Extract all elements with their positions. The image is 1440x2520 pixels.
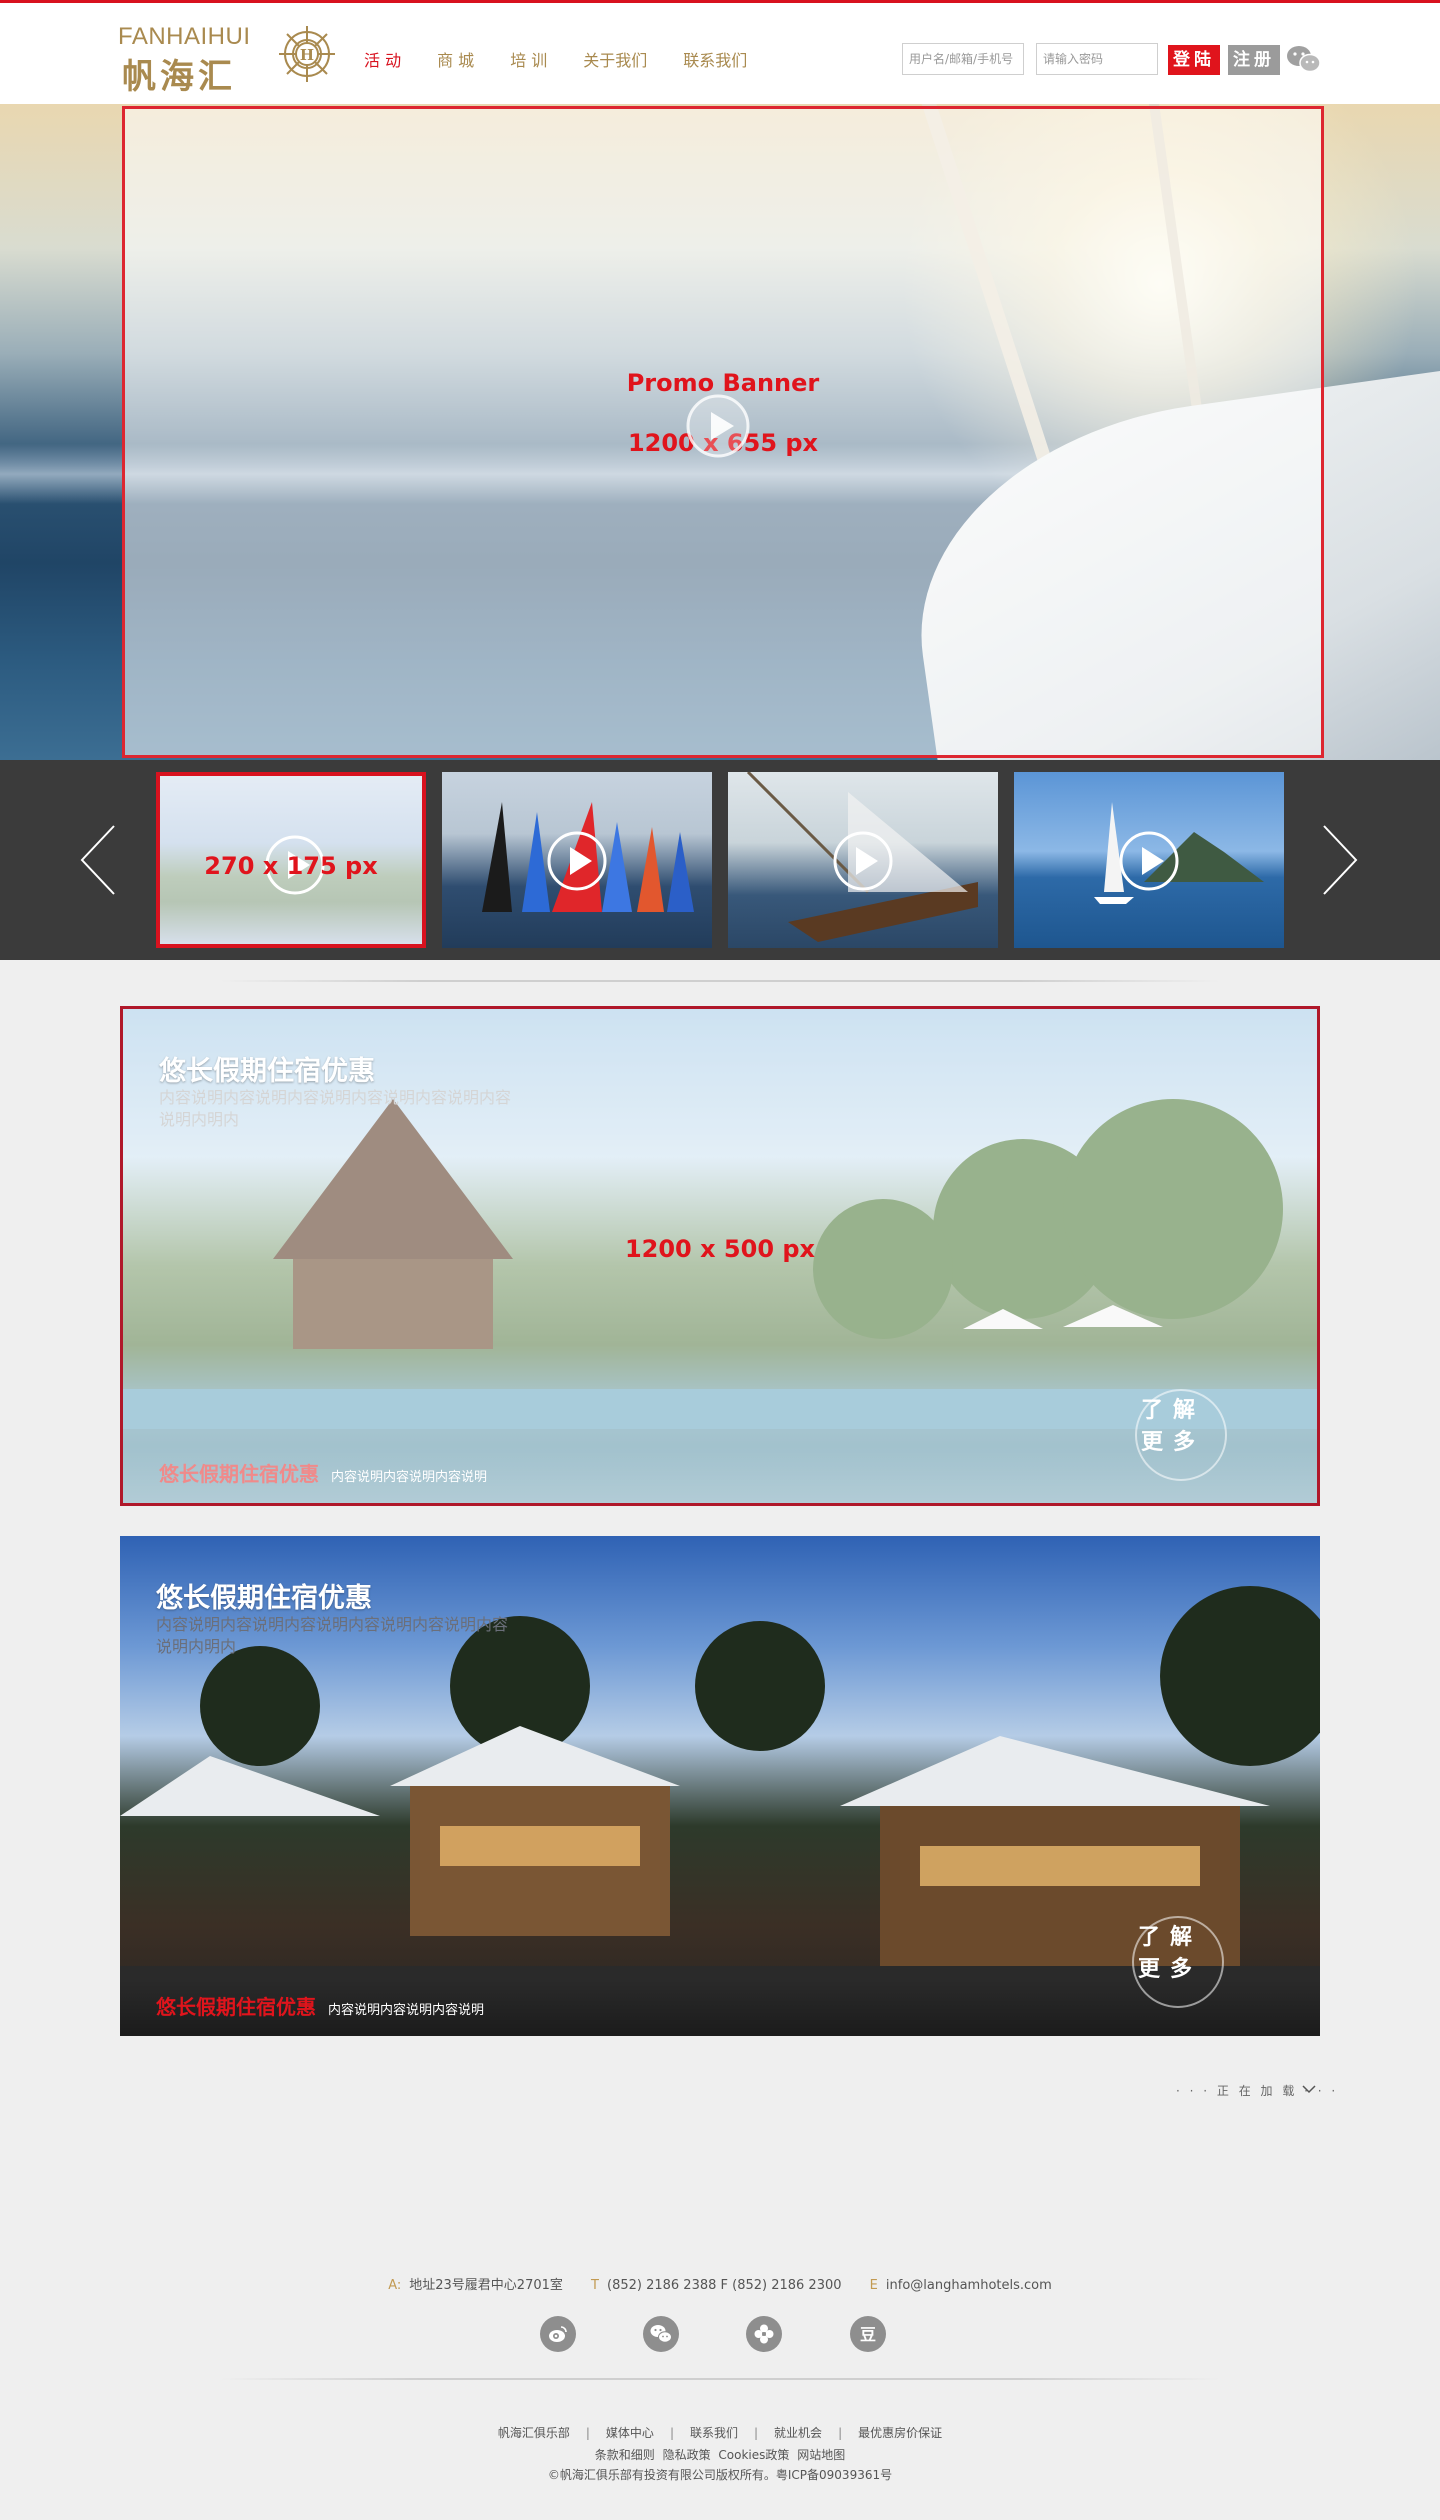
thumbnail-crew[interactable] [728,772,998,948]
username-input[interactable]: 用户名/邮箱/手机号 [902,43,1024,75]
feature-card[interactable]: 悠长假期住宿优惠 内容说明内容说明内容说明内容说明内容说明内容说明内明内 120… [120,1006,1320,1506]
promo-title: Promo Banner [626,369,820,397]
address-key: A: [388,2278,402,2293]
hero-banner: Promo Banner 1200 x 655 px [0,104,1440,760]
card-footer-title: 悠长假期住宿优惠 [156,1995,316,2019]
wechat-icon[interactable] [643,2316,679,2352]
learn-more-button[interactable]: 了解更多 [1120,1906,1230,2016]
email-key: E [869,2278,878,2293]
play-icon [833,831,893,891]
play-icon [1119,831,1179,891]
site-header: FANHAIHUI 帆海汇 H 活 动 商 城 培 训 关于我们 联系我们 用户… [0,0,1440,104]
section-divider [220,980,1220,982]
footer-link-club[interactable]: 帆海汇俱乐部 [498,2426,570,2440]
footer-link-media[interactable]: 媒体中心 [606,2426,654,2440]
separator: | [669,2426,674,2440]
auth-area: 用户名/邮箱/手机号 请输入密码 登陆 注册 [0,43,1440,77]
thumbnail-strip: 270 x 175 px [0,760,1440,960]
thumbnail-size-label: 270 x 175 px [204,852,378,880]
phone-text: (852) 2186 2388 F (852) 2186 2300 [607,2278,842,2293]
contact-info: A: 地址23号履君中心2701室 T (852) 2186 2388 F (852… [0,2274,1440,2293]
register-button[interactable]: 注册 [1228,45,1280,75]
thumbnail-island[interactable] [1014,772,1284,948]
wechat-icon[interactable] [1286,43,1322,75]
footer-link-terms[interactable]: 条款和细则 [595,2448,655,2462]
card-title: 悠长假期住宿优惠 [159,1056,375,1087]
chevron-down-icon[interactable] [1302,2084,1316,2094]
footer-link-privacy[interactable]: 隐私政策 [663,2448,711,2462]
login-button[interactable]: 登陆 [1168,45,1220,75]
footer-divider [220,2378,1220,2380]
footer-link-careers[interactable]: 就业机会 [774,2426,822,2440]
footer-link-cookies[interactable]: Cookies政策 [718,2448,789,2462]
feature-card[interactable]: 悠长假期住宿优惠 内容说明内容说明内容说明内容说明内容说明内容说明内明内 悠长假… [120,1536,1320,2036]
phone-key: T [591,2278,599,2293]
thumbnail-resort[interactable]: 270 x 175 px [156,772,426,948]
play-icon [547,831,607,891]
card-description: 内容说明内容说明内容说明内容说明内容说明内容说明内明内 [156,1615,509,1656]
separator: | [754,2426,759,2440]
douban-icon[interactable]: 豆 [850,2316,886,2352]
learn-more-label: 了解更多 [1141,1398,1206,1455]
weibo-icon[interactable] [540,2316,576,2352]
card-footer-text: 内容说明内容说明内容说明 [328,2003,485,2018]
password-input[interactable]: 请输入密码 [1036,43,1158,75]
card-footer-text: 内容说明内容说明内容说明 [331,1470,488,1485]
footer-nav: 帆海汇俱乐部 | 媒体中心 | 联系我们 | 就业机会 | 最优惠房价保证 [0,2424,1440,2441]
social-links: 豆 [0,2316,1440,2356]
chevron-left-icon[interactable] [78,824,118,896]
address-text: 地址23号履君中心2701室 [409,2278,563,2293]
card-title: 悠长假期住宿优惠 [156,1583,372,1614]
card-size-label: 1200 x 500 px [624,1235,816,1263]
email-link[interactable]: info@langhamhotels.com [886,2278,1052,2293]
chevron-right-icon[interactable] [1320,824,1360,896]
svg-text:豆: 豆 [860,2325,876,2344]
footer-legal-links: 条款和细则 隐私政策 Cookies政策 网站地图 [0,2446,1440,2463]
footer-link-best-rate[interactable]: 最优惠房价保证 [858,2426,942,2440]
learn-more-button[interactable]: 了解更多 [1123,1379,1233,1489]
separator: | [838,2426,843,2440]
footer-link-contact[interactable]: 联系我们 [690,2426,738,2440]
card-description: 内容说明内容说明内容说明内容说明内容说明内容说明内明内 [159,1088,512,1129]
card-footer-title: 悠长假期住宿优惠 [159,1462,319,1486]
footer-link-sitemap[interactable]: 网站地图 [797,2448,845,2462]
separator: | [585,2426,590,2440]
learn-more-label: 了解更多 [1138,1925,1203,1982]
thumbnail-regatta[interactable] [442,772,712,948]
play-icon[interactable] [686,394,750,458]
copyright-text: ©帆海汇俱乐部有投资有限公司版权所有。粤ICP备09039361号 [547,2468,893,2482]
clover-icon[interactable] [746,2316,782,2352]
